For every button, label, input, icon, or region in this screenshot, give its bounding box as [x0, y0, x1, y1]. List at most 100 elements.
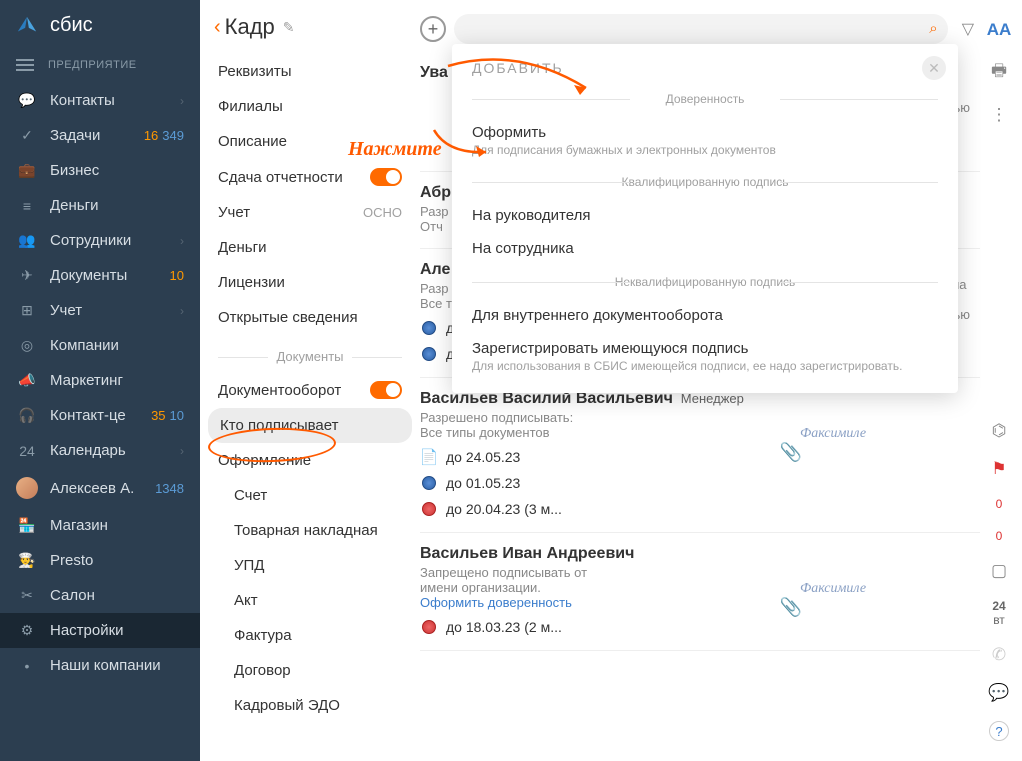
- more-icon[interactable]: ⋮: [991, 105, 1008, 125]
- settings-item[interactable]: Реквизиты: [200, 54, 420, 89]
- settings-item[interactable]: Фактура: [200, 618, 420, 653]
- sidebar-item-3[interactable]: ≡Деньги: [0, 188, 200, 223]
- sidebar-item-14[interactable]: ✂Салон: [0, 578, 200, 613]
- dropdown-item[interactable]: ОформитьДля подписания бумажных и электр…: [452, 116, 958, 165]
- toggle-switch[interactable]: [370, 168, 402, 186]
- settings-item[interactable]: Оформление: [200, 443, 420, 478]
- back-icon[interactable]: ‹: [214, 16, 221, 39]
- font-size-icon[interactable]: AA: [987, 20, 1012, 40]
- sidebar-item-11[interactable]: Алексеев А. 1348: [0, 468, 200, 508]
- sidebar-item-label: Алексеев А.: [50, 480, 151, 497]
- settings-item[interactable]: УПД: [200, 548, 420, 583]
- settings-item[interactable]: УчетОСНО: [200, 195, 420, 230]
- alert-icon[interactable]: ⚑: [991, 459, 1006, 479]
- sidebar-item-6[interactable]: ⊞Учет›: [0, 293, 200, 328]
- settings-item-label: Фактура: [234, 627, 292, 644]
- badge-orange: 35: [151, 408, 165, 423]
- chevron-right-icon: ›: [180, 234, 184, 248]
- sidebar-item-13[interactable]: 👨‍🍳Presto: [0, 543, 200, 578]
- cert-row[interactable]: до 01.05.23: [420, 474, 980, 492]
- org-structure-icon[interactable]: ⌬: [992, 421, 1007, 441]
- person-name[interactable]: Але: [420, 261, 450, 278]
- sidebar-icon: 💼: [16, 162, 38, 179]
- sidebar-icon: 👨‍🍳: [16, 552, 38, 569]
- add-button[interactable]: +: [420, 16, 446, 42]
- note-icon[interactable]: ▢: [991, 561, 1007, 581]
- dropdown-item[interactable]: На сотрудника: [452, 232, 958, 265]
- settings-item[interactable]: Филиалы: [200, 89, 420, 124]
- sidebar-item-9[interactable]: 🎧Контакт-це3510: [0, 398, 200, 433]
- sidebar-item-label: Деньги: [50, 197, 184, 214]
- print-icon[interactable]: 🖶: [991, 58, 1007, 87]
- sidebar-item-label: Контакты: [50, 92, 176, 109]
- close-icon[interactable]: ✕: [922, 56, 946, 80]
- dropdown-item-title: На руководителя: [472, 207, 938, 224]
- settings-item[interactable]: Товарная накладная: [200, 513, 420, 548]
- settings-panel: ‹ Кадр ✎ РеквизитыФилиалы Описание Сдача о…: [200, 0, 420, 761]
- help-icon[interactable]: ?: [989, 721, 1009, 741]
- dropdown-section-header: Квалифицированную подпись: [472, 169, 938, 195]
- person-link[interactable]: Оформить доверенность: [420, 595, 980, 610]
- app-logo[interactable]: сбис: [0, 0, 200, 51]
- badge-blue: 1348: [155, 481, 184, 496]
- settings-item[interactable]: Кадровый ЭДО: [200, 688, 420, 723]
- settings-item[interactable]: Документооборот: [200, 372, 420, 408]
- toggle-switch[interactable]: [370, 381, 402, 399]
- settings-title: Кадр: [225, 14, 275, 40]
- dropdown-item[interactable]: На руководителя: [452, 199, 958, 232]
- search-input[interactable]: ⌕: [454, 14, 948, 44]
- sidebar-item-10[interactable]: 24Календарь›: [0, 433, 200, 468]
- sidebar-icon: 💬: [16, 92, 38, 109]
- settings-item[interactable]: Договор: [200, 653, 420, 688]
- settings-item-label: Деньги: [218, 239, 266, 256]
- person-row: Васильев Иван Андреевич Запрещено подписы…: [420, 533, 980, 651]
- person-name[interactable]: Абр: [420, 184, 451, 201]
- cert-row[interactable]: 📄до 24.05.23: [420, 448, 980, 466]
- settings-item-label: Описание: [218, 133, 287, 150]
- sidebar-item-4[interactable]: 👥Сотрудники›: [0, 223, 200, 258]
- sidebar-icon: ⊞: [16, 302, 38, 319]
- settings-item[interactable]: Акт: [200, 583, 420, 618]
- person-role: Менеджер: [681, 391, 744, 406]
- sidebar-item-16[interactable]: •Наши компании: [0, 648, 200, 683]
- sidebar-item-label: Учет: [50, 302, 176, 319]
- edit-icon[interactable]: ✎: [283, 19, 295, 36]
- main-topbar: + ⌕ ▽: [420, 0, 980, 48]
- settings-item[interactable]: Счет: [200, 478, 420, 513]
- cert-row[interactable]: до 20.04.23 (3 м...: [420, 500, 980, 518]
- settings-item[interactable]: Деньги: [200, 230, 420, 265]
- sidebar-item-15[interactable]: ⚙Настройки: [0, 613, 200, 648]
- cert-row[interactable]: до 18.03.23 (2 м...: [420, 618, 980, 636]
- settings-divider: Документы: [200, 335, 420, 372]
- sidebar-icon: ◎: [16, 337, 38, 354]
- sidebar-item-12[interactable]: 🏪Магазин: [0, 508, 200, 543]
- calendar-badge[interactable]: 24 вт: [992, 599, 1005, 627]
- search-icon: ⌕: [929, 20, 937, 37]
- doc-icon: 📄: [420, 448, 438, 466]
- dropdown-item[interactable]: Зарегистрировать имеющуюся подписьДля ис…: [452, 332, 958, 381]
- dropdown-item[interactable]: Для внутреннего документооборота: [452, 299, 958, 332]
- sidebar-item-2[interactable]: 💼Бизнес: [0, 153, 200, 188]
- chat-icon[interactable]: 💬: [988, 683, 1009, 703]
- settings-item[interactable]: Сдача отчетности: [200, 159, 420, 195]
- settings-item-label: Лицензии: [218, 274, 285, 291]
- filter-icon[interactable]: ▽: [956, 19, 980, 39]
- sidebar-item-1[interactable]: ✓Задачи16349: [0, 118, 200, 153]
- sidebar-icon: ⚙: [16, 622, 38, 639]
- badge-blue: 10: [170, 408, 184, 423]
- sidebar-item-label: Контакт-це: [50, 407, 147, 424]
- sidebar-item-7[interactable]: ◎Компании: [0, 328, 200, 363]
- settings-item[interactable]: Кто подписывает: [208, 408, 412, 443]
- sidebar-item-0[interactable]: 💬Контакты›: [0, 83, 200, 118]
- sidebar-item-8[interactable]: 📣Маркетинг: [0, 363, 200, 398]
- sidebar-item-5[interactable]: ✈Документы10: [0, 258, 200, 293]
- person-name[interactable]: Васильев Иван Андреевич: [420, 545, 634, 562]
- enterprise-label[interactable]: ПРЕДПРИЯТИЕ: [0, 51, 200, 83]
- settings-item[interactable]: Описание: [200, 124, 420, 159]
- phone-icon[interactable]: ✆: [992, 645, 1006, 665]
- cert-blue-icon: [420, 319, 438, 337]
- person-note: Запрещено подписывать от: [420, 565, 980, 580]
- settings-item[interactable]: Лицензии: [200, 265, 420, 300]
- sidebar-icon: 📣: [16, 372, 38, 389]
- settings-item[interactable]: Открытые сведения: [200, 300, 420, 335]
